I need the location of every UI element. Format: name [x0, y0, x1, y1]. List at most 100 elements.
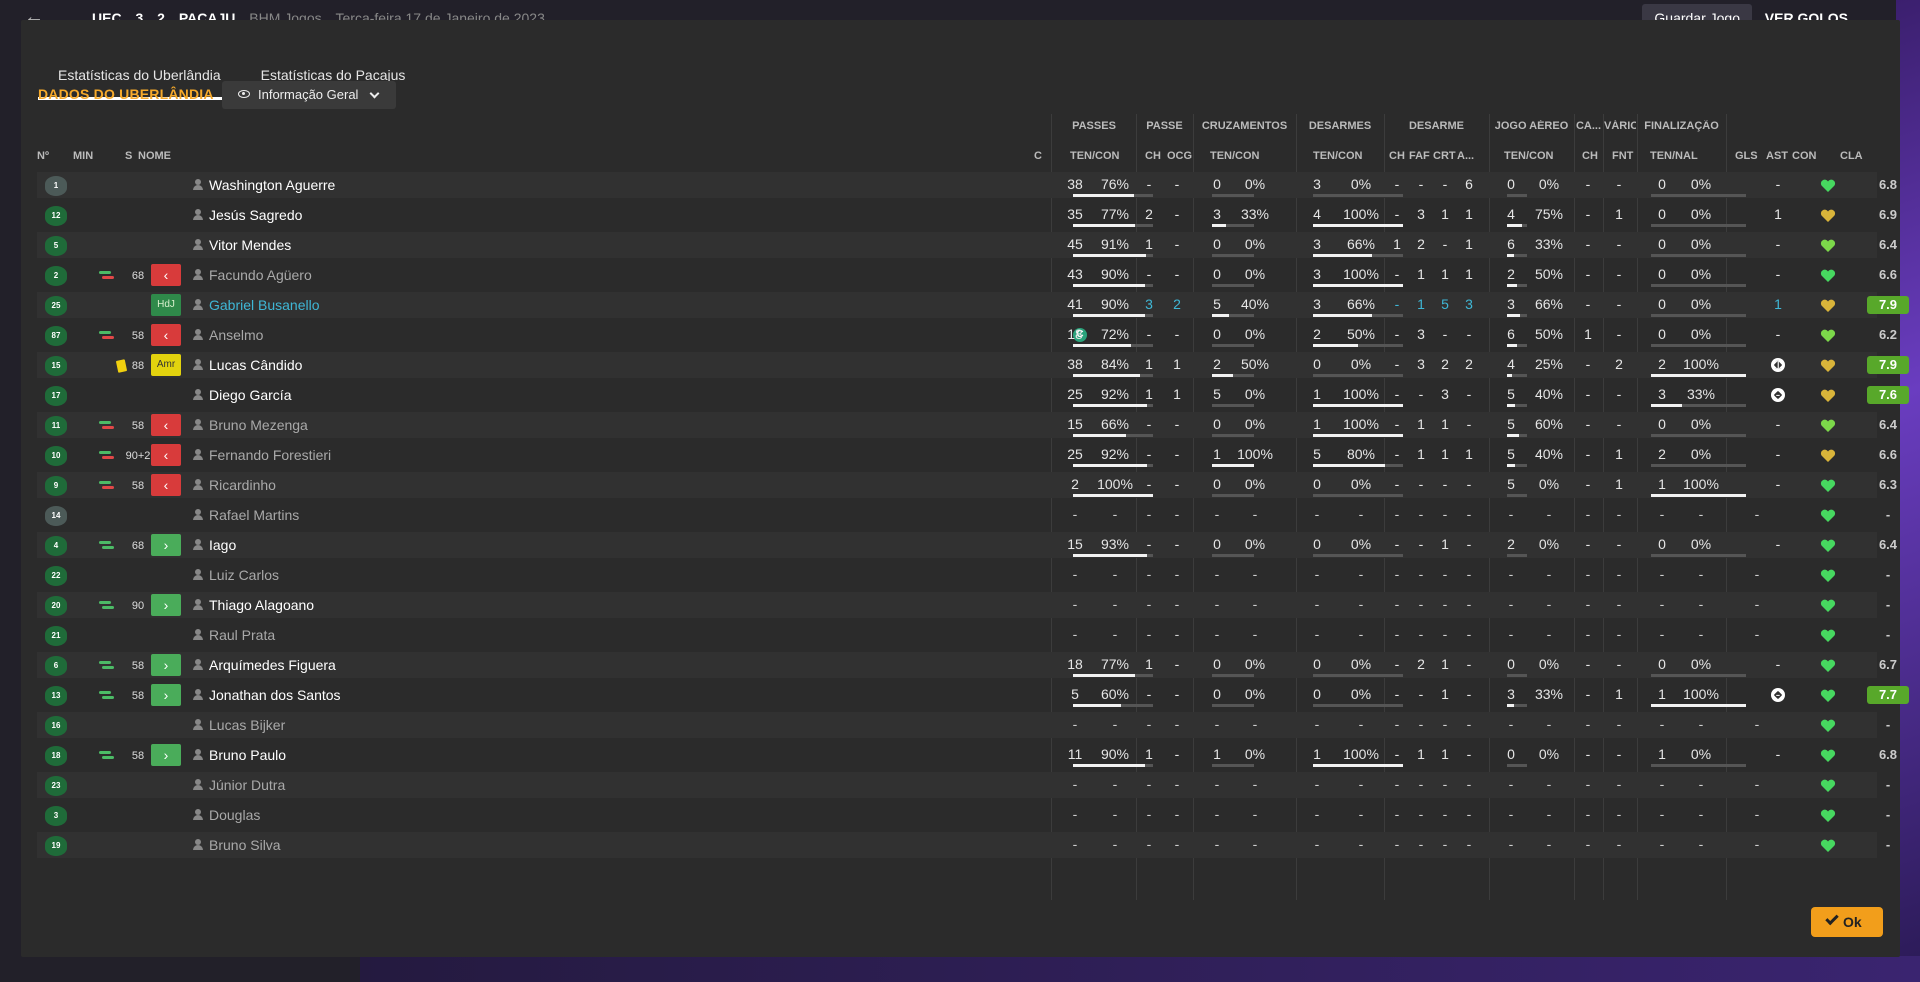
ok-button[interactable]: Ok — [1811, 907, 1883, 937]
sub-out-icon[interactable]: ‹ — [151, 264, 181, 286]
table-row[interactable]: 3 Douglas - - - - - - - - - - - - - - - - - - - - — [37, 800, 1890, 830]
table-row[interactable]: 22 Luiz Carlos - - - - - - - - - - - - - - - - - - - - — [37, 560, 1890, 590]
table-row[interactable]: 23 Júnior Dutra - - - - - - - - - - - - - - - - - - - - — [37, 770, 1890, 800]
sub-in-icon[interactable]: › — [151, 534, 181, 556]
player-name[interactable]: Facundo Agüero — [209, 267, 312, 283]
table-row[interactable]: 19 Bruno Silva - - - - - - - - - - - - - - - - - - - - — [37, 830, 1890, 860]
table-row[interactable]: 17 Diego García 25 92% 1 1 5 0% 1 100% - -3-5 40% - -3… — [37, 380, 1909, 410]
column-header-desarme-faf[interactable]: FAF — [1409, 150, 1430, 162]
column-header-gls[interactable]: GLS — [1735, 150, 1758, 162]
empty-value: - — [1585, 836, 1591, 852]
table-row[interactable]: 21 Raul Prata - - - - - - - - - - - - - - - - - - - - — [37, 620, 1890, 650]
view-goals-button[interactable]: VER GOLOS — [1753, 4, 1860, 20]
player-icon — [193, 449, 203, 461]
table-row[interactable]: 16 Lucas Bijker - - - - - - - - - - - - - - - - - - - - — [37, 710, 1890, 740]
column-header-varios-fnt[interactable]: FNT — [1612, 150, 1633, 162]
player-name[interactable]: Thiago Alagoano — [209, 597, 314, 613]
stat-bar-track — [1651, 674, 1746, 677]
player-name[interactable]: Ricardinho — [209, 477, 276, 493]
column-header-cross[interactable]: TEN/CON — [1210, 150, 1260, 162]
column-header-desarme-crt[interactable]: CRT — [1433, 150, 1456, 162]
table-row[interactable]: 5 Vitor Mendes 45 91% 1-0 0% 3 66% 1 2-1 6 33% - -0 0%… — [37, 230, 1897, 260]
table-row[interactable]: 9 58 ‹ Ricardinho 2 100% - -0 0% 0 0% - - - -5 0% -1 1 100… — [37, 470, 1897, 500]
sub-in-icon[interactable]: › — [151, 654, 181, 676]
stat-bar-fill — [1313, 314, 1372, 317]
player-name[interactable]: Arquímedes Figuera — [209, 657, 336, 673]
stat-value: 0 — [1213, 476, 1221, 492]
stat-value: 1 — [1145, 356, 1153, 372]
stat-bar-track — [1212, 254, 1254, 257]
table-row[interactable]: 2 68 ‹ Facundo Agüero 43 90% - -0 0% 3 100% -1 1 1 2 50… — [37, 260, 1897, 290]
table-row[interactable]: 15 88 Amr Lucas Cândido 38 84% 1 1 2 50% 0 0% -3 2 2 4 2… — [37, 350, 1909, 380]
table-row[interactable]: 18 58 › Bruno Paulo 11 90% 1-1 0% 1 100% -1 1-0 0% - -… — [37, 740, 1897, 770]
player-name[interactable]: Rafael Martins — [209, 507, 299, 523]
sub-out-icon[interactable]: ‹ — [151, 414, 181, 436]
column-header-passe-ch[interactable]: CH — [1145, 150, 1161, 162]
column-header-s[interactable]: S — [125, 150, 132, 162]
table-row[interactable]: 10 90+2 ‹ Fernando Forestieri 25 92% - -1 100% 5 8… — [37, 440, 1897, 470]
column-header-desarme-a[interactable]: A... — [1457, 150, 1474, 162]
empty-value: - — [1252, 806, 1258, 822]
player-name[interactable]: Douglas — [209, 807, 260, 823]
player-name[interactable]: Fernando Forestieri — [209, 447, 331, 463]
back-arrow-icon[interactable]: ← — [24, 6, 44, 20]
sub-in-icon[interactable]: › — [151, 684, 181, 706]
column-header-desarme-ch[interactable]: CH — [1389, 150, 1405, 162]
player-rating: 6.2 — [1878, 327, 1898, 342]
player-name[interactable]: Anselmo — [209, 327, 263, 343]
column-header-con[interactable]: CON — [1792, 150, 1816, 162]
player-name[interactable]: Iago — [209, 537, 236, 553]
player-name[interactable]: Lucas Cândido — [209, 357, 302, 373]
column-header-min[interactable]: MIN — [73, 150, 93, 162]
column-header-ast[interactable]: AST — [1766, 150, 1788, 162]
column-header-tackles[interactable]: TEN/CON — [1313, 150, 1363, 162]
player-name[interactable]: Washington Aguerre — [209, 177, 335, 193]
player-name[interactable]: Jonathan dos Santos — [209, 687, 341, 703]
player-name[interactable]: Bruno Silva — [209, 837, 281, 853]
player-name[interactable]: Júnior Dutra — [209, 777, 285, 793]
player-name[interactable]: Vitor Mendes — [209, 237, 291, 253]
player-name[interactable]: Jesús Sagredo — [209, 207, 302, 223]
column-header-no[interactable]: Nº — [37, 150, 49, 162]
column-header-ca-ch[interactable]: CH — [1582, 150, 1598, 162]
sub-out-icon[interactable]: ‹ — [151, 474, 181, 496]
player-name[interactable]: Luiz Carlos — [209, 567, 279, 583]
table-row[interactable]: 25 HdJ Gabriel Busanello 41 90% 3 2 5 40% 3 66% -1 5… — [37, 290, 1909, 320]
table-row[interactable]: 87 58 ‹ Anselmo C 18 72% - -0 0% 2 50% -3- -6 50% 1-0 0%… — [37, 320, 1897, 350]
player-name[interactable]: Gabriel Busanello — [209, 297, 320, 313]
stat-value: 1 — [1393, 236, 1401, 252]
stat-value: 1 — [1774, 296, 1782, 312]
column-header-name[interactable]: NOME — [138, 150, 171, 162]
column-header-passe-ocg[interactable]: OCG — [1167, 150, 1192, 162]
table-row[interactable]: 12 Jesús Sagredo 35 77% 2-3 33% 4 100% -3 1 1 4 75% -… — [37, 200, 1897, 230]
player-name[interactable]: Bruno Mezenga — [209, 417, 308, 433]
player-name[interactable]: Lucas Bijker — [209, 717, 285, 733]
table-row[interactable]: 14 Rafael Martins - - - - - - - - - - - - - - - - - - - - — [37, 500, 1890, 530]
player-name[interactable]: Raul Prata — [209, 627, 275, 643]
table-row[interactable]: 11 58 ‹ Bruno Mezenga 15 66% - -0 0% 1 100% -1 1-5 60… — [37, 410, 1897, 440]
sub-out-icon[interactable]: ‹ — [151, 444, 181, 466]
player-name[interactable]: Diego García — [209, 387, 291, 403]
column-header-cla[interactable]: CLA — [1840, 150, 1863, 162]
player-name[interactable]: Bruno Paulo — [209, 747, 286, 763]
table-row[interactable]: 1 Washington Aguerre 38 76% - -0 0% 3 0% - - -6 0 0% -… — [37, 170, 1897, 200]
stat-bar-track — [1507, 194, 1527, 197]
view-dropdown[interactable]: Informação Geral — [222, 81, 396, 109]
sub-in-icon[interactable]: › — [151, 744, 181, 766]
stat-value: 0 — [1213, 416, 1221, 432]
empty-value: - — [1252, 596, 1258, 612]
sub-in-icon[interactable]: › — [151, 594, 181, 616]
save-game-button[interactable]: Guardar Jogo — [1642, 4, 1752, 20]
empty-value: - — [1508, 626, 1514, 642]
column-header-passes[interactable]: TEN/CON — [1070, 150, 1120, 162]
column-header-aerial[interactable]: TEN/CON — [1504, 150, 1554, 162]
substitution-icon — [99, 480, 115, 490]
table-row[interactable]: 4 68 › Iago 15 93% - -0 0% 0 0% - -1-2 0% - -0 0% -6.4 — [37, 530, 1897, 560]
column-header-fin[interactable]: TEN/NAL — [1650, 150, 1698, 162]
table-row[interactable]: 20 90 › Thiago Alagoano - - - - - - - - - - - - - - - - - - - - — [37, 590, 1890, 620]
table-row[interactable]: 13 58 › Jonathan dos Santos 5 60% - -0 0% 0 0% - -1-… — [37, 680, 1909, 710]
heart-icon — [1820, 688, 1836, 704]
column-header-c[interactable]: C — [1034, 150, 1042, 162]
sub-out-icon[interactable]: ‹ — [151, 324, 181, 346]
table-row[interactable]: 6 58 › Arquímedes Figuera 18 77% 1-0 0% 0 0% -2 1-0… — [37, 650, 1897, 680]
